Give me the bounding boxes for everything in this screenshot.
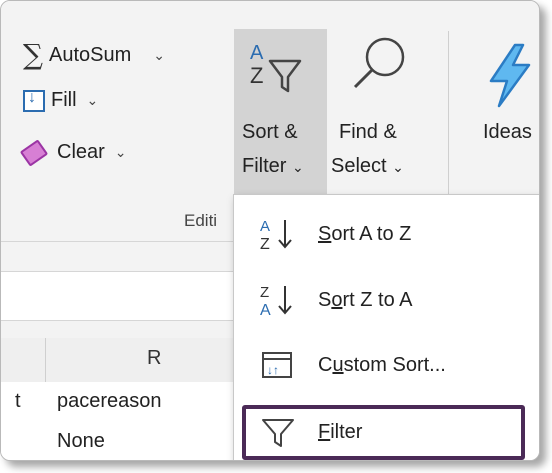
cell-r1[interactable]: pacereason — [57, 390, 162, 413]
chevron-down-icon[interactable]: ⌄ — [87, 92, 99, 109]
ribbon-divider — [448, 31, 449, 201]
filter-highlight-box — [242, 405, 525, 460]
menu-item-sort-a-to-z[interactable]: A Z Sort A to Z — [234, 209, 539, 259]
menu-item-label: Sort Z to A — [318, 288, 413, 311]
eraser-icon — [19, 138, 49, 167]
svg-text:A: A — [260, 218, 270, 235]
menu-item-custom-sort[interactable]: ↓↑ Custom Sort... — [234, 340, 539, 390]
ideas-bolt-icon — [489, 43, 531, 108]
ideas-button[interactable]: Ideas — [471, 29, 539, 194]
find-select-button[interactable]: Find & Select ⌄ — [331, 29, 431, 194]
sort-filter-button[interactable]: A Z Sort & Filter ⌄ — [234, 29, 327, 194]
svg-text:Z: Z — [260, 284, 269, 301]
editing-group-label: Editi — [184, 211, 218, 230]
svg-text:Z: Z — [260, 236, 270, 253]
svg-text:↓↑: ↓↑ — [267, 363, 279, 377]
menu-item-label: Sort A to Z — [318, 222, 412, 245]
find-select-label: Find & — [339, 121, 397, 143]
sort-filter-label: Sort & — [242, 121, 298, 143]
cell-clipped-left[interactable]: t — [15, 390, 21, 413]
fill-icon — [23, 89, 45, 112]
sort-filter-label-2: Filter ⌄ — [242, 155, 304, 177]
autosum-button[interactable]: ∑ AutoSum ⌄ — [23, 41, 165, 69]
clear-label: Clear — [57, 141, 105, 163]
chevron-down-icon: ⌄ — [292, 159, 304, 175]
find-select-label-2: Select ⌄ — [331, 155, 404, 177]
chevron-down-icon[interactable]: ⌄ — [115, 144, 127, 161]
column-header-R[interactable]: R — [147, 347, 161, 370]
magnifier-icon — [353, 37, 405, 89]
autosum-icon: ∑ — [23, 38, 43, 71]
sort-filter-icon: A Z — [250, 42, 302, 93]
svg-text:A: A — [260, 302, 271, 319]
clear-button[interactable]: Clear ⌄ — [19, 138, 127, 167]
excel-window: ∑ AutoSum ⌄ Fill ⌄ Clear ⌄ A Z Sort & — [0, 0, 540, 461]
fill-button[interactable]: Fill ⌄ — [23, 89, 98, 112]
editing-commands: ∑ AutoSum ⌄ Fill ⌄ Clear ⌄ — [1, 1, 236, 241]
autosum-label: AutoSum — [49, 43, 132, 66]
custom-sort-icon: ↓↑ — [262, 352, 292, 378]
chevron-down-icon[interactable]: ⌄ — [153, 47, 165, 64]
sort-z-to-a-icon: Z A — [260, 284, 292, 319]
sort-a-to-z-icon: A Z — [260, 218, 292, 253]
svg-text:Z: Z — [250, 63, 263, 88]
svg-text:A: A — [250, 42, 264, 64]
chevron-down-icon: ⌄ — [392, 159, 404, 175]
ideas-label: Ideas — [483, 121, 532, 143]
cell-r2[interactable]: None — [57, 430, 105, 453]
menu-item-sort-z-to-a[interactable]: Z A Sort Z to A — [234, 275, 539, 325]
fill-label: Fill — [51, 89, 77, 111]
menu-item-label: Custom Sort... — [318, 353, 446, 376]
